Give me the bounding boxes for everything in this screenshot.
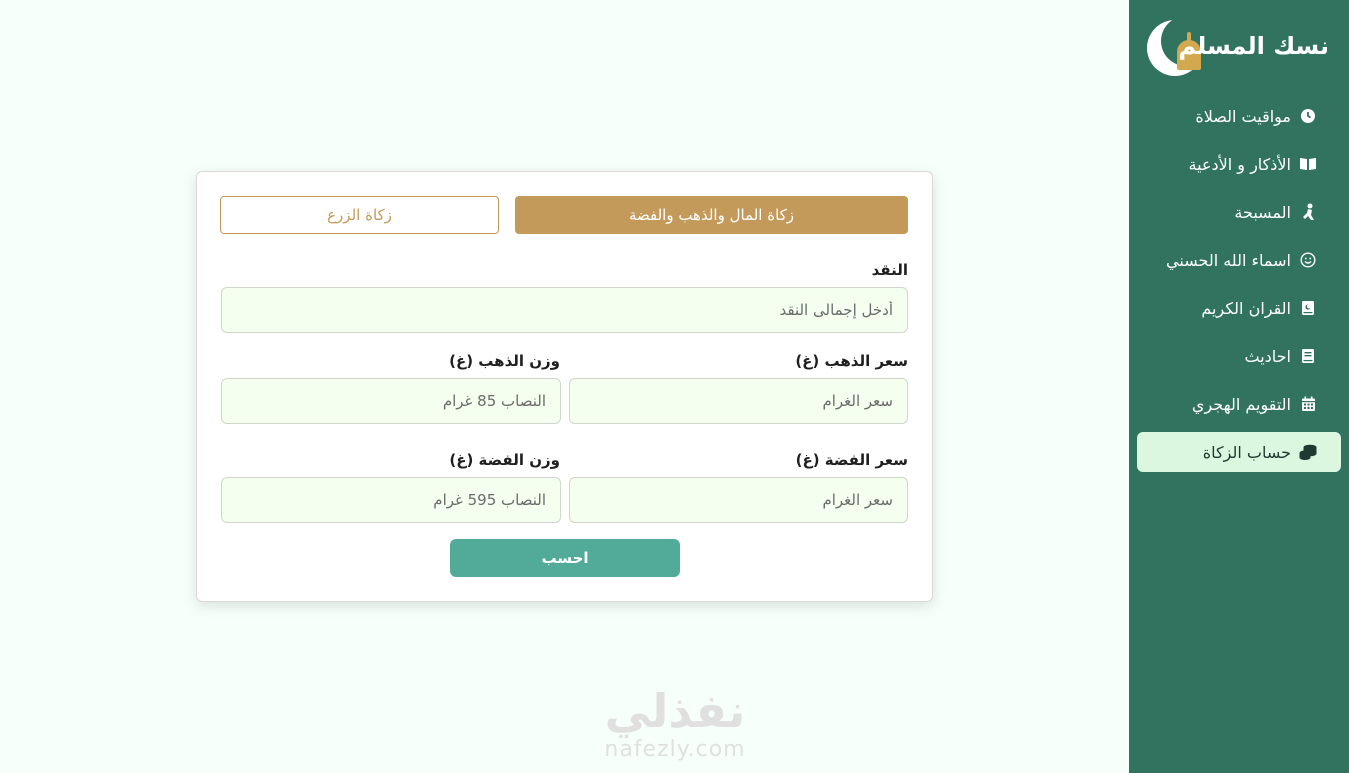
sidebar-item-label: حساب الزكاة [1202,442,1291,462]
sidebar-nav: مواقيت الصلاة الأذكار و الأدعية المسبحة … [1137,96,1341,480]
watermark-latin: nafezly.com [604,737,746,762]
clock-icon [1299,107,1317,125]
sidebar-item-label: احاديث [1244,346,1292,366]
sidebar-item-misbaha[interactable]: المسبحة [1137,192,1341,232]
sidebar: نسك المسلم مواقيت الصلاة الأذكار و الأدع… [1129,0,1349,773]
gold-weight-input[interactable] [221,378,561,424]
open-book-icon [1299,155,1317,173]
gold-price-label: سعر الذهب (غ) [795,352,908,370]
sidebar-item-names-of-allah[interactable]: اسماء الله الحسني [1137,240,1341,280]
silver-price-label: سعر الفضة (غ) [795,451,908,469]
app-logo[interactable]: نسك المسلم [1145,16,1329,80]
sidebar-item-hijri-calendar[interactable]: التقويم الهجري [1137,384,1341,424]
calculate-button[interactable]: احسب [450,539,680,577]
cash-input[interactable] [221,287,908,333]
sidebar-item-adhkar[interactable]: الأذكار و الأدعية [1137,144,1341,184]
calendar-icon [1299,395,1317,413]
smiley-icon [1299,251,1317,269]
tab-money-gold-silver-zakat[interactable]: زكاة المال والذهب والفضة [515,196,908,234]
sidebar-item-quran[interactable]: القران الكريم [1137,288,1341,328]
quran-book-icon [1299,299,1317,317]
silver-weight-label: وزن الفضة (غ) [449,451,560,469]
sidebar-item-label: القران الكريم [1201,298,1291,318]
sidebar-item-prayer-times[interactable]: مواقيت الصلاة [1137,96,1341,136]
sidebar-item-label: اسماء الله الحسني [1166,250,1291,270]
watermark-arabic: نفذلي [604,684,746,738]
sidebar-item-label: مواقيت الصلاة [1195,106,1291,126]
silver-weight-input[interactable] [221,477,561,523]
sidebar-item-label: التقويم الهجري [1191,394,1291,414]
gold-price-input[interactable] [569,378,908,424]
zakat-calculator-card: زكاة المال والذهب والفضة زكاة الزرع النق… [196,171,933,602]
coins-icon [1299,443,1317,461]
cash-label: النقد [871,261,908,279]
tab-crops-zakat[interactable]: زكاة الزرع [220,196,499,234]
silver-price-input[interactable] [569,477,908,523]
gold-weight-label: وزن الذهب (غ) [449,352,560,370]
sidebar-item-zakat-calculator[interactable]: حساب الزكاة [1137,432,1341,472]
nafezly-watermark: نفذلي nafezly.com [594,685,756,773]
sidebar-item-hadith[interactable]: احاديث [1137,336,1341,376]
sidebar-item-label: الأذكار و الأدعية [1188,154,1291,174]
book-icon [1299,347,1317,365]
praying-person-icon [1299,203,1317,221]
sidebar-item-label: المسبحة [1234,202,1291,222]
logo-text: نسك المسلم [1178,32,1329,60]
